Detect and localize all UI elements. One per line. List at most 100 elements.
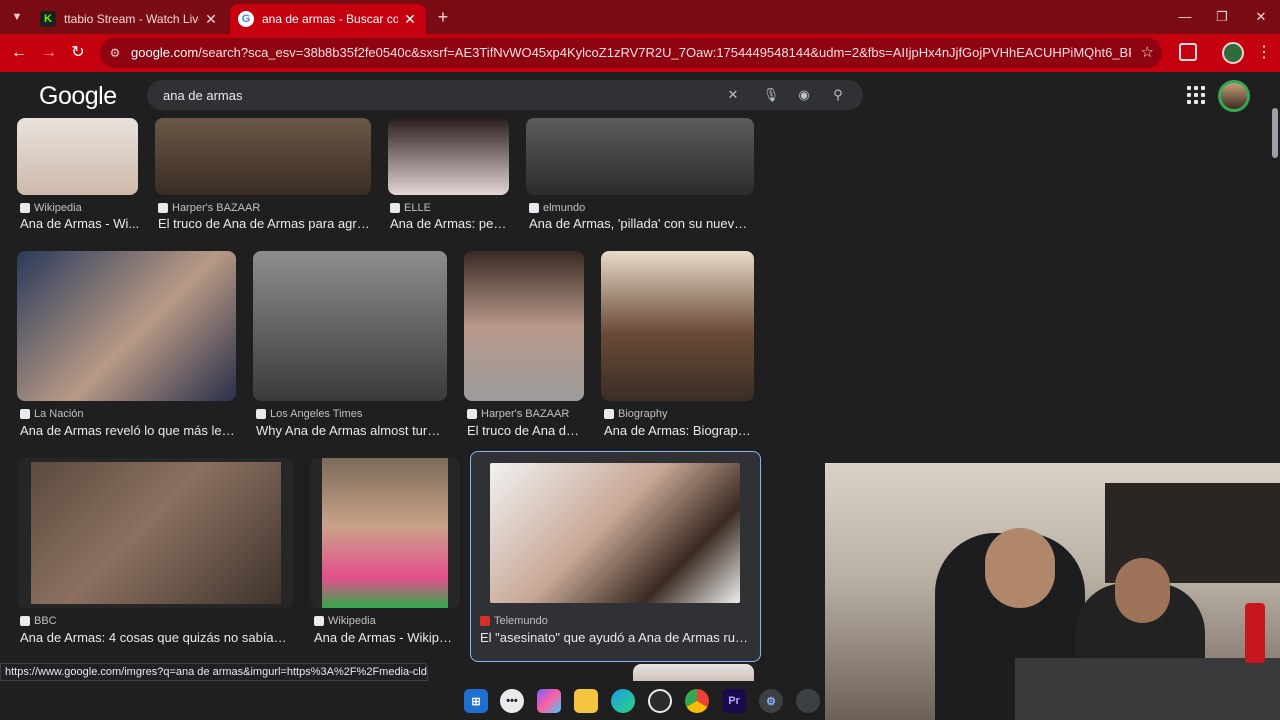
result-source[interactable]: ELLE	[390, 202, 431, 214]
copilot-icon[interactable]	[537, 689, 561, 713]
result-source[interactable]: Biography	[604, 408, 668, 420]
thumbnail-image	[31, 462, 281, 604]
edge-icon[interactable]	[611, 689, 635, 713]
app-icon[interactable]	[796, 689, 820, 713]
microphone-icon[interactable]: 🎙	[761, 85, 781, 105]
harpers-bazaar-icon	[467, 409, 477, 419]
result-title[interactable]: Why Ana de Armas almost turne...	[256, 423, 446, 438]
result-title[interactable]: Ana de Armas - Wikiped...	[314, 630, 459, 645]
elmundo-icon	[529, 203, 539, 213]
result-thumbnail[interactable]	[464, 251, 584, 401]
tab-google-search[interactable]: G ana de armas - Buscar con Goo ✕	[230, 4, 426, 34]
biography-icon	[604, 409, 614, 419]
premiere-icon[interactable]: Pr	[722, 689, 746, 713]
account-avatar[interactable]	[1218, 80, 1250, 112]
result-thumbnail[interactable]	[155, 118, 371, 195]
google-logo[interactable]: Google	[39, 82, 117, 111]
kick-icon: K	[40, 11, 56, 27]
scrollbar-thumb[interactable]	[1272, 108, 1278, 158]
result-title[interactable]: Ana de Armas: Biograph...	[604, 423, 754, 438]
telemundo-icon	[480, 616, 490, 626]
tab-search-icon[interactable]: ▼	[6, 7, 28, 27]
forward-button[interactable]: →	[38, 42, 60, 64]
reload-button[interactable]: ↻	[67, 42, 89, 64]
result-thumbnail[interactable]	[310, 458, 460, 608]
new-tab-button[interactable]: +	[432, 6, 454, 28]
result-source[interactable]: Wikipedia	[314, 615, 376, 627]
clear-icon[interactable]: ✕	[723, 85, 743, 105]
search-box[interactable]: ✕ 🎙 ◉ ⚲	[147, 80, 863, 110]
tab-title: ana de armas - Buscar con Goo	[262, 12, 398, 26]
harpers-bazaar-icon	[158, 203, 168, 213]
result-title[interactable]: Ana de Armas: 4 cosas que quizás no sabí…	[20, 630, 292, 645]
google-icon: G	[238, 11, 254, 27]
url-text[interactable]: google.com/search?sca_esv=38b8b35f2fe054…	[131, 45, 1131, 60]
person-right-head	[1115, 558, 1170, 623]
elle-icon	[390, 203, 400, 213]
table	[1015, 658, 1280, 720]
result-title[interactable]: Ana de Armas - Wi...	[20, 216, 140, 231]
result-thumbnail[interactable]	[490, 463, 740, 603]
result-source[interactable]: BBC	[20, 615, 57, 627]
google-apps-icon[interactable]	[1187, 86, 1205, 104]
restore-button[interactable]: ❐	[1203, 4, 1241, 30]
windows-start-icon[interactable]: ⊞	[464, 689, 488, 713]
chat-icon[interactable]: •••	[500, 689, 524, 713]
extensions-icon[interactable]	[1179, 43, 1197, 61]
result-title[interactable]: El "asesinato" que ayudó a Ana de Armas …	[480, 630, 752, 645]
result-thumbnail[interactable]	[17, 251, 236, 401]
result-source[interactable]: Harper's BAZAAR	[158, 202, 260, 214]
more-menu-icon[interactable]: ⋮	[1256, 42, 1272, 62]
url-path: /search?sca_esv=38b8b35f2fe0540c&sxsrf=A…	[198, 45, 1131, 60]
result-title[interactable]: Ana de Armas: perf...	[390, 216, 510, 231]
result-thumbnail[interactable]	[17, 118, 138, 195]
result-title[interactable]: Ana de Armas, 'pillada' con su nueva p..…	[529, 216, 753, 231]
search-input[interactable]	[163, 85, 703, 105]
minimize-button[interactable]: —	[1166, 4, 1204, 30]
result-thumbnail[interactable]	[601, 251, 754, 401]
result-thumbnail[interactable]	[253, 251, 447, 401]
result-thumbnail[interactable]	[388, 118, 509, 195]
person-left-head	[985, 528, 1055, 608]
la-nacion-icon	[20, 409, 30, 419]
address-bar[interactable]: ⚙ google.com/search?sca_esv=38b8b35f2fe0…	[100, 38, 1162, 68]
result-source[interactable]: Wikipedia	[20, 202, 82, 214]
result-source[interactable]: Los Angeles Times	[256, 408, 362, 420]
result-title[interactable]: Ana de Armas reveló lo que más le pr...	[20, 423, 236, 438]
result-title[interactable]: El truco de Ana de Armas para agran...	[158, 216, 372, 231]
back-button[interactable]: ←	[8, 42, 30, 64]
wikipedia-icon	[314, 616, 324, 626]
settings-icon[interactable]: ⚙	[759, 689, 783, 713]
profile-avatar[interactable]	[1222, 42, 1244, 64]
site-info-icon[interactable]: ⚙	[106, 44, 124, 62]
google-header: Google ✕ 🎙 ◉ ⚲	[0, 72, 1280, 118]
bookmark-star-icon[interactable]: ☆	[1141, 43, 1154, 61]
thumbnail-image	[322, 458, 448, 608]
obs-icon[interactable]	[648, 689, 672, 713]
lens-icon[interactable]: ◉	[794, 85, 814, 105]
close-window-button[interactable]: ✕	[1242, 4, 1280, 30]
la-times-icon	[256, 409, 266, 419]
result-title[interactable]: El truco de Ana de ...	[467, 423, 585, 438]
wikipedia-icon	[20, 203, 30, 213]
tab-kick-stream[interactable]: K ttabio Stream - Watch Live on K ✕	[32, 4, 227, 34]
link-status-bar: https://www.google.com/imgres?q=ana de a…	[0, 663, 428, 681]
result-thumbnail[interactable]	[526, 118, 754, 195]
result-source[interactable]: elmundo	[529, 202, 585, 214]
result-source[interactable]: Telemundo	[480, 615, 548, 627]
result-source[interactable]: La Nación	[20, 408, 84, 420]
webcam-overlay	[825, 463, 1280, 720]
search-icon[interactable]: ⚲	[828, 85, 848, 105]
url-host: google.com	[131, 45, 199, 60]
tab-title: ttabio Stream - Watch Live on K	[64, 12, 199, 26]
close-tab-icon[interactable]: ✕	[402, 11, 418, 28]
browser-toolbar: ← → ↻ ⚙ google.com/search?sca_esv=38b8b3…	[0, 34, 1280, 72]
bbc-icon	[20, 616, 30, 626]
chrome-icon[interactable]	[685, 689, 709, 713]
file-explorer-icon[interactable]	[574, 689, 598, 713]
close-tab-icon[interactable]: ✕	[203, 11, 219, 28]
bottle	[1245, 603, 1265, 663]
tab-strip: ▼ K ttabio Stream - Watch Live on K ✕ G …	[0, 0, 1280, 34]
result-source[interactable]: Harper's BAZAAR	[467, 408, 569, 420]
result-thumbnail[interactable]	[17, 458, 293, 608]
